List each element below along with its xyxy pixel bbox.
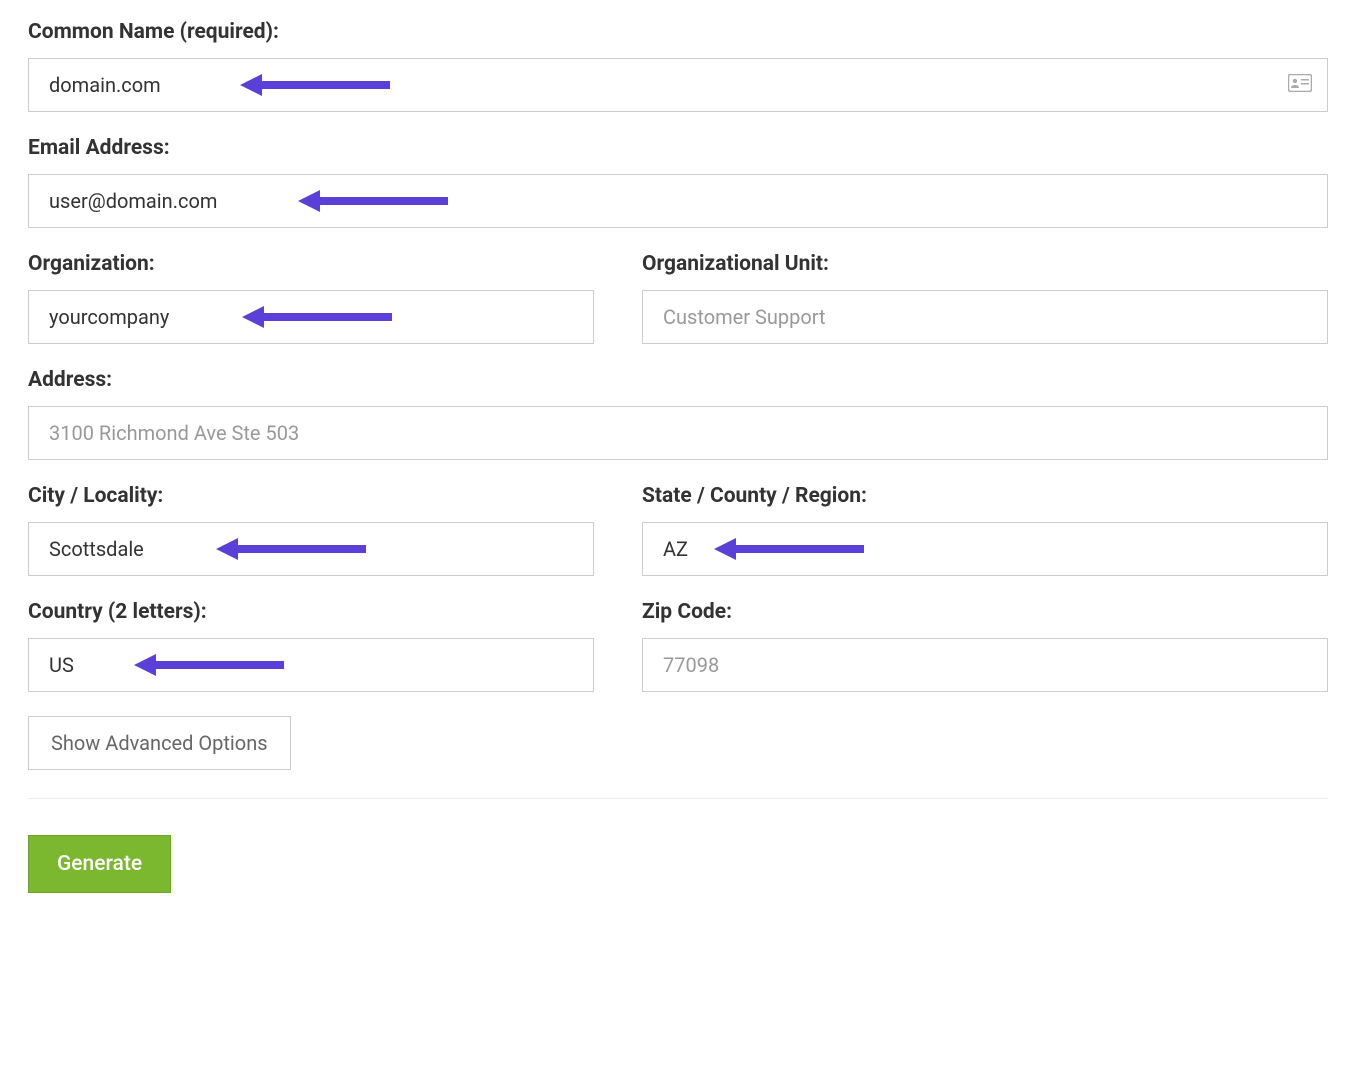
country-input[interactable]: [28, 638, 594, 692]
email-input[interactable]: [28, 174, 1328, 228]
city-label: City / Locality:: [28, 484, 594, 508]
org-unit-input[interactable]: [642, 290, 1328, 344]
divider: [28, 798, 1328, 799]
common-name-label: Common Name (required):: [28, 20, 1328, 44]
email-label: Email Address:: [28, 136, 1328, 160]
organization-label: Organization:: [28, 252, 594, 276]
country-label: Country (2 letters):: [28, 600, 594, 624]
city-input[interactable]: [28, 522, 594, 576]
zip-label: Zip Code:: [642, 600, 1328, 624]
zip-input[interactable]: [642, 638, 1328, 692]
organization-input[interactable]: [28, 290, 594, 344]
state-input[interactable]: [642, 522, 1328, 576]
org-unit-label: Organizational Unit:: [642, 252, 1328, 276]
state-label: State / County / Region:: [642, 484, 1328, 508]
common-name-input[interactable]: [28, 58, 1328, 112]
address-input[interactable]: [28, 406, 1328, 460]
generate-button[interactable]: Generate: [28, 835, 171, 893]
address-label: Address:: [28, 368, 1328, 392]
show-advanced-button[interactable]: Show Advanced Options: [28, 716, 291, 770]
